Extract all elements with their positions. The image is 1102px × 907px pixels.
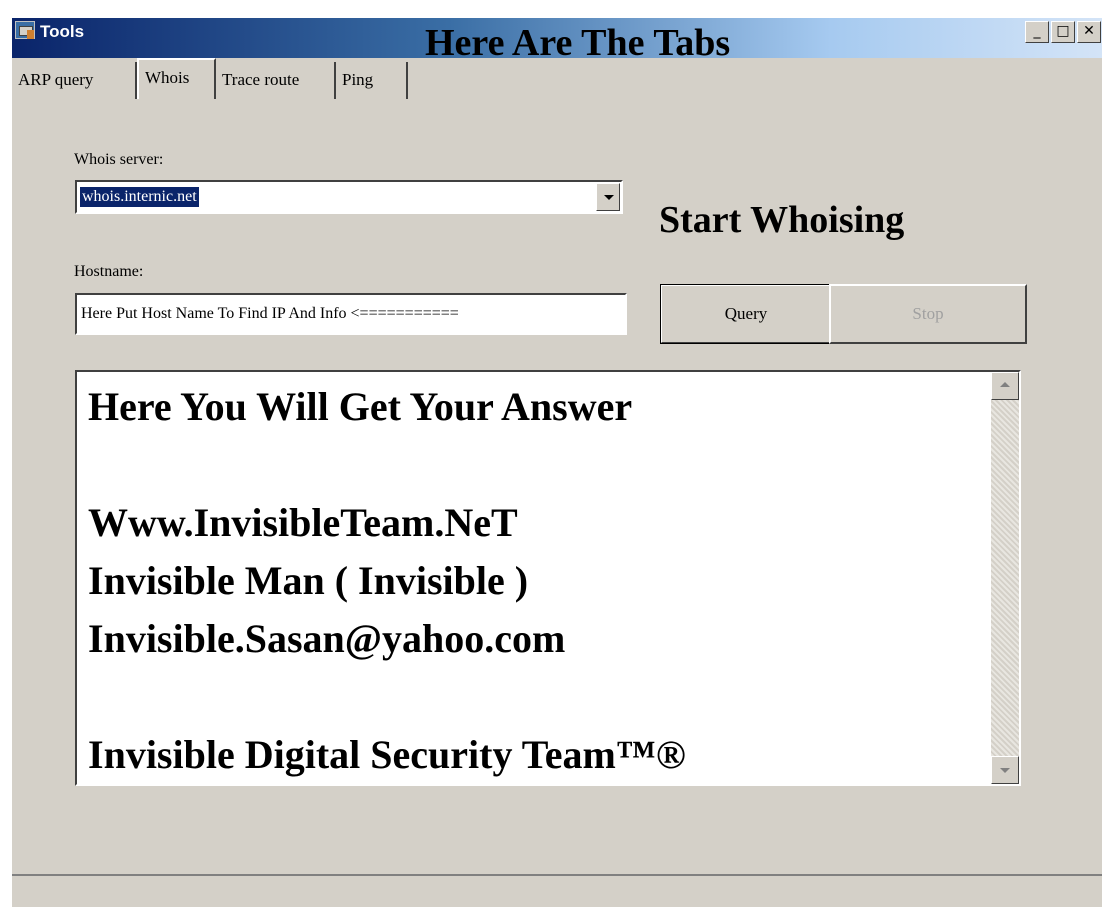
window-title: Tools	[40, 22, 85, 41]
scroll-down-arrow-icon[interactable]	[991, 756, 1019, 784]
maximize-button[interactable]: □	[1051, 21, 1075, 43]
query-button[interactable]: Query	[660, 284, 832, 344]
tools-app-icon	[15, 21, 35, 39]
output-line: Here You Will Get Your Answer	[88, 384, 633, 429]
query-button-label: Query	[724, 304, 768, 323]
output-line: Www.InvisibleTeam.NeT	[88, 500, 518, 545]
stop-button: Stop	[829, 284, 1027, 344]
whois-server-label: Whois server:	[74, 151, 164, 168]
whois-server-value: whois.internic.net	[80, 187, 199, 207]
minimize-button[interactable]: _	[1025, 21, 1049, 43]
title-bar[interactable]: Tools _ □ ✕ Here Are The Tabs	[12, 18, 1102, 64]
tab-trace-route[interactable]: Trace route	[216, 62, 336, 99]
whois-output-textbox[interactable]: Here You Will Get Your Answer Www.Invisi…	[75, 370, 1021, 786]
output-vertical-scrollbar[interactable]	[991, 372, 1019, 784]
tab-whois[interactable]: Whois	[137, 58, 216, 99]
annotation-tabs-note: Here Are The Tabs	[425, 22, 731, 64]
tools-window: Tools _ □ ✕ Here Are The Tabs ARP query …	[10, 18, 1102, 907]
output-line: Invisible Digital Security Team™®	[88, 732, 686, 777]
tab-arp-query[interactable]: ARP query	[12, 62, 137, 99]
window-controls: _ □ ✕	[1025, 21, 1101, 43]
dropdown-arrow-icon[interactable]	[596, 183, 620, 211]
output-text: Here You Will Get Your Answer Www.Invisi…	[88, 378, 988, 784]
tab-ping[interactable]: Ping	[336, 62, 408, 99]
hostname-input[interactable]: Here Put Host Name To Find IP And Info <…	[75, 293, 627, 335]
whois-server-combobox[interactable]: whois.internic.net	[75, 180, 623, 214]
annotation-start-note: Start Whoising	[659, 199, 905, 241]
close-button[interactable]: ✕	[1077, 21, 1101, 43]
output-line: Invisible.Sasan@yahoo.com	[88, 616, 566, 661]
hostname-label: Hostname:	[74, 263, 144, 280]
scroll-up-arrow-icon[interactable]	[991, 372, 1019, 400]
stop-button-label: Stop	[912, 304, 944, 323]
output-line: Invisible Man ( Invisible )	[88, 558, 529, 603]
status-bar	[12, 874, 1102, 907]
